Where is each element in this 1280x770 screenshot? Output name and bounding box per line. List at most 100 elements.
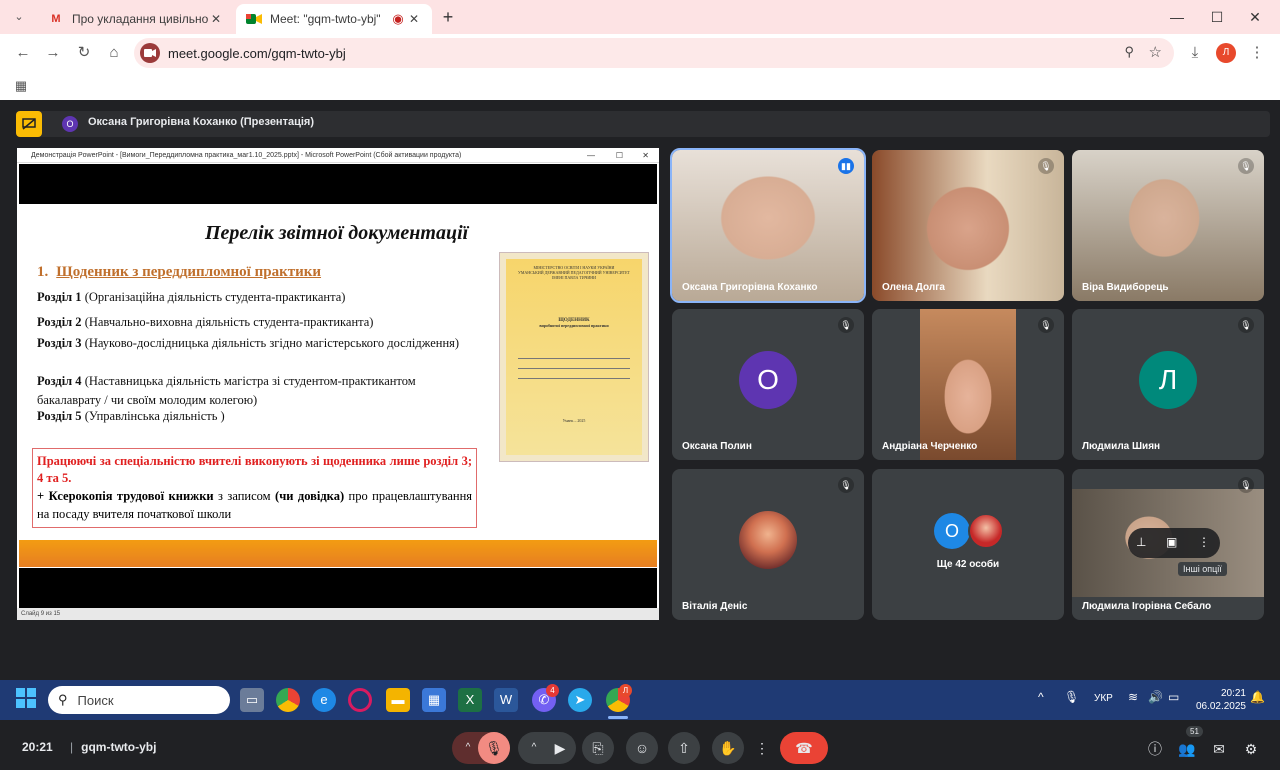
profile-avatar[interactable]: Л	[1216, 43, 1236, 63]
close-tab-icon[interactable]: ✕	[406, 11, 422, 27]
more-vert-icon: ⋮	[755, 740, 769, 756]
wifi-icon[interactable]: ≋	[1128, 690, 1138, 704]
section-3: Розділ 3 (Науково-дослідницька діяльніст…	[37, 336, 460, 350]
tab-gmail[interactable]: M Про укладання цивільно-прав ✕	[38, 4, 234, 34]
participant-tile[interactable]: 🎙 Віра Видиборець	[1072, 150, 1264, 301]
battery-icon[interactable]: ▭	[1168, 690, 1179, 704]
tab-search-chevron-icon[interactable]: ⌄	[8, 6, 30, 28]
participant-tile[interactable]: Л 🎙 Людмила Шиян	[1072, 309, 1264, 460]
speaking-indicator-icon: ▮▮	[838, 158, 854, 174]
participant-tile[interactable]: ▮▮ Оксана Григорівна Коханко	[670, 148, 866, 303]
participant-tile[interactable]: 🎙 Андріана Черченко	[872, 309, 1064, 460]
tooltip: Інші опції	[1178, 562, 1227, 576]
navigation-bar: ← → ↻ ⌂ meet.google.com/gqm-twto-ybj ⚲ ☆…	[0, 34, 1280, 72]
mic-off-icon: 🎙	[1238, 158, 1254, 174]
chrome-profile-badge: Л	[619, 684, 632, 697]
word-icon[interactable]: W	[494, 688, 518, 712]
address-bar[interactable]: meet.google.com/gqm-twto-ybj ⚲ ☆	[134, 38, 1174, 68]
close-window-icon[interactable]: ✕	[1244, 6, 1266, 28]
doc-line: Умань – 2025	[562, 418, 586, 423]
notifications-icon[interactable]: 🔔	[1250, 690, 1265, 704]
mic-toggle-button[interactable]: ^ 🎙	[452, 732, 510, 764]
presenter-avatar: О	[62, 116, 78, 132]
participant-tile-others[interactable]: О Ще 42 особи	[872, 469, 1064, 620]
mic-options-chevron-icon[interactable]: ^	[456, 732, 480, 764]
reactions-button[interactable]: ☺	[626, 732, 658, 764]
new-tab-button[interactable]: +	[437, 6, 459, 28]
stop-presenting-icon[interactable]	[16, 111, 42, 137]
participant-video	[672, 150, 864, 301]
windows-start-icon[interactable]	[14, 688, 38, 712]
excel-icon[interactable]: X	[458, 688, 482, 712]
close-tab-icon[interactable]: ✕	[208, 11, 224, 27]
more-options-button[interactable]: ⋮	[752, 732, 772, 764]
camera-options-chevron-icon[interactable]: ^	[522, 732, 546, 764]
apps-grid-icon[interactable]: ▦	[10, 75, 32, 97]
others-photo-avatar	[968, 513, 1004, 549]
file-explorer-icon[interactable]: ▬	[386, 688, 410, 712]
home-icon[interactable]: ⌂	[103, 42, 125, 64]
bookmark-star-icon[interactable]: ☆	[1149, 43, 1162, 61]
maximize-icon[interactable]: ☐	[1206, 6, 1228, 28]
section-1: Розділ 1 (Організаційна діяльність студе…	[37, 290, 346, 304]
ppt-minimize-icon: —	[587, 151, 595, 160]
heading-text: Щоденник з переддипломної практики	[56, 264, 322, 280]
taskbar-search[interactable]: ⚲ Поиск	[48, 686, 230, 714]
add-to-screen-icon[interactable]: ▣	[1166, 535, 1177, 549]
ppt-window-title: Демонстрація PowerPoint - [Вимоги_Передд…	[31, 152, 462, 159]
others-count: Ще 42 особи	[936, 559, 1000, 570]
participant-tile[interactable]: 🎙 Олена Долга	[872, 150, 1064, 301]
people-icon[interactable]: 👥	[1176, 738, 1198, 760]
tray-chevron-icon[interactable]: ^	[1038, 690, 1044, 704]
tab-label: Про укладання цивільно-прав	[72, 12, 208, 26]
slide: Перелік звітної документації 1. Щоденник …	[19, 204, 657, 570]
viber-badge: 4	[546, 684, 559, 697]
camera-toggle-button[interactable]: ^ ▶	[518, 732, 576, 764]
meeting-info-icon[interactable]: ⓘ	[1144, 738, 1166, 760]
end-call-icon: ☎	[795, 740, 813, 756]
minimize-icon[interactable]: —	[1166, 6, 1188, 28]
site-info-icon[interactable]	[140, 43, 160, 63]
more-options-icon[interactable]: ⋮	[1198, 535, 1210, 549]
mic-off-icon[interactable]: 🎙	[478, 732, 510, 764]
downloads-icon[interactable]: ⤓	[1184, 42, 1206, 64]
opera-icon[interactable]	[348, 688, 372, 712]
tray-clock[interactable]: 20:21 06.02.2025	[1196, 687, 1246, 713]
activities-icon[interactable]: ⚙	[1240, 738, 1262, 760]
menu-kebab-icon[interactable]: ⋮	[1246, 42, 1268, 64]
participant-video	[1072, 150, 1264, 301]
ppt-maximize-icon: ☐	[615, 151, 623, 160]
participant-photo	[739, 510, 797, 569]
raise-hand-button[interactable]: ✋	[712, 732, 744, 764]
edge-icon[interactable]: e	[312, 688, 336, 712]
participant-name: Віталія Деніс	[682, 601, 748, 612]
pin-icon[interactable]: ⊥	[1136, 535, 1146, 549]
chat-icon[interactable]: ✉	[1208, 738, 1230, 760]
captions-button[interactable]: ⎘	[582, 732, 614, 764]
meet-icon	[246, 11, 262, 27]
participant-tile[interactable]: 🎙 Віталія Деніс	[672, 469, 864, 620]
task-view-icon[interactable]: ▭	[240, 688, 264, 712]
mic-off-icon: 🎙	[1238, 477, 1254, 493]
camera-icon[interactable]: ▶	[546, 732, 574, 764]
reload-icon[interactable]: ↻	[73, 42, 95, 64]
chrome-icon[interactable]	[276, 688, 300, 712]
volume-icon[interactable]: 🔊	[1148, 690, 1163, 704]
hand-icon: ✋	[719, 740, 737, 756]
section-5: Розділ 5 (Управлінська діяльність )	[37, 409, 225, 423]
participant-name: Оксана Полин	[682, 441, 752, 452]
heading-number: 1.	[37, 264, 49, 280]
input-language[interactable]: УКР	[1094, 693, 1113, 704]
leave-call-button[interactable]: ☎	[780, 732, 828, 764]
back-icon[interactable]: ←	[12, 42, 34, 64]
zoom-icon[interactable]: ⚲	[1124, 44, 1134, 60]
microphone-tray-icon[interactable]: 🎙	[1064, 690, 1079, 704]
mic-off-icon: 🎙	[838, 317, 854, 333]
present-button[interactable]: ⇧	[668, 732, 700, 764]
forward-icon[interactable]: →	[42, 42, 64, 64]
participant-tile[interactable]: О 🎙 Оксана Полин	[672, 309, 864, 460]
store-icon[interactable]: ▦	[422, 688, 446, 712]
tab-label: Meet: "gqm-twto-ybj"	[270, 12, 381, 26]
tab-meet[interactable]: Meet: "gqm-twto-ybj" ◉ ✕	[236, 4, 432, 34]
telegram-icon[interactable]: ➤	[568, 688, 592, 712]
